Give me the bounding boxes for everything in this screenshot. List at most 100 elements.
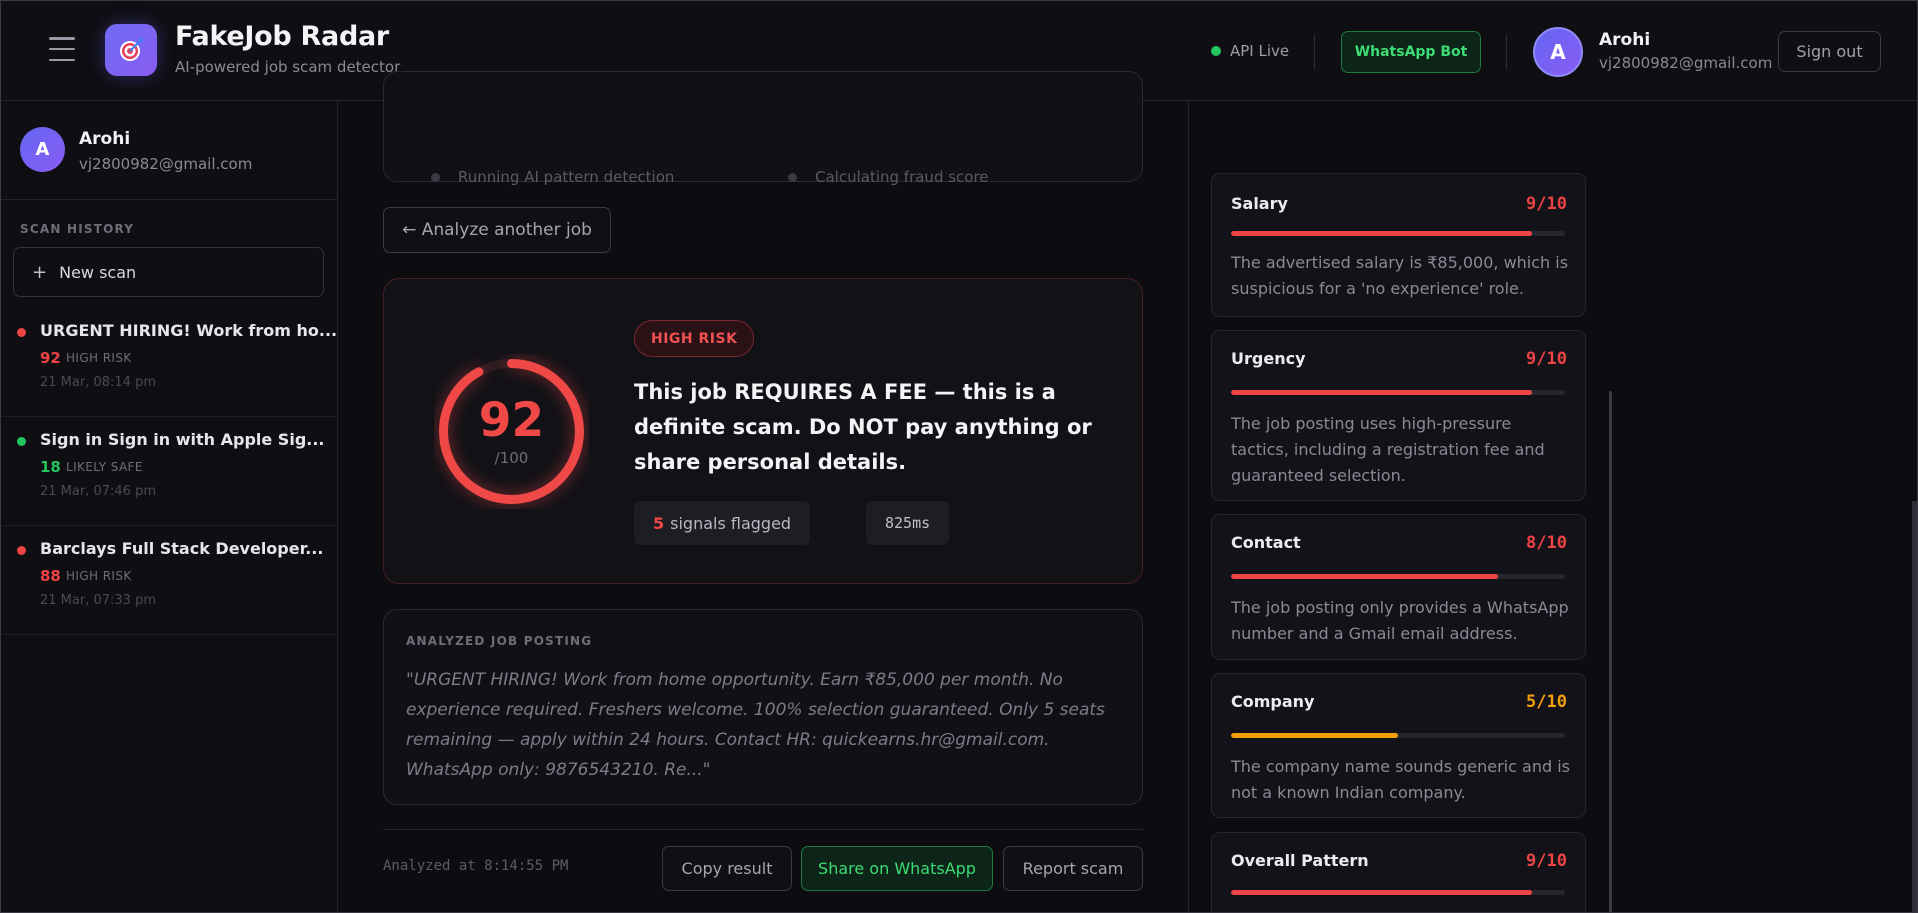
signal-bar [1231,390,1565,395]
signal-description: The job posting only provides a WhatsApp… [1231,598,1569,643]
history-item-score: 18 [40,458,61,476]
new-scan-button[interactable]: + New scan [13,247,324,297]
history-item[interactable]: Barclays Full Stack Developer... 88 HIGH… [1,526,338,635]
main-content: Running AI pattern detection Calculating… [338,71,1917,912]
history-item-date: 21 Mar, 07:46 pm [40,484,156,499]
signal-name: Overall Pattern [1231,851,1369,870]
menu-icon[interactable] [49,37,75,61]
signal-score: 9/10 [1526,194,1567,214]
posting-heading: ANALYZED JOB POSTING [406,634,593,648]
history-item-score: 92 [40,349,61,367]
sidebar: A Arohi vj2800982@gmail.com SCAN HISTORY… [1,101,338,912]
signals-count: 5 [653,513,665,533]
fraud-score-max: /100 [494,449,529,467]
signals-flagged-pill: 5 signals flagged [634,501,811,545]
signal-card-overall-pattern: Overall Pattern 9/10 [1211,832,1586,912]
risk-dot-icon [17,328,26,337]
signal-card-salary: Salary 9/10 The advertised salary is ₹85… [1211,173,1586,317]
signal-name: Urgency [1231,349,1306,368]
history-item-title: Barclays Full Stack Developer... [40,539,324,558]
analyzed-posting-card: ANALYZED JOB POSTING "URGENT HIRING! Wor… [383,609,1143,805]
api-status: API Live [1211,42,1289,60]
signal-name: Salary [1231,194,1288,213]
progress-step: Running AI pattern detection [431,168,674,186]
signal-bar-fill [1231,890,1532,895]
history-item[interactable]: Sign in Sign in with Apple Sig... 18 LIK… [1,417,338,526]
posting-text: "URGENT HIRING! Work from home opportuni… [406,670,1105,780]
signal-bar [1231,733,1565,738]
signal-name: Contact [1231,533,1301,552]
sign-out-button[interactable]: Sign out [1778,31,1881,72]
analyze-another-button[interactable]: ← Analyze another job [383,207,611,253]
sidebar-avatar: A [20,127,65,172]
page-scrollbar[interactable] [1912,501,1917,912]
brand-title: FakeJob Radar [175,21,389,52]
safe-dot-icon [17,437,26,446]
signal-description: The job posting uses high-pressure tacti… [1231,414,1545,485]
status-dot-icon [1211,46,1221,56]
history-item-level: HIGH RISK [66,351,132,365]
step-dot-icon [431,172,440,182]
signal-score: 9/10 [1526,851,1567,871]
sidebar-user-name: Arohi [79,129,131,149]
app-window: { "header": { "brand_title": "FakeJob Ra… [0,0,1918,913]
copy-result-button[interactable]: Copy result [662,846,792,891]
fraud-score: 92 [478,393,545,448]
progress-step-label: Running AI pattern detection [458,168,675,186]
user-email: vj2800982@gmail.com [1599,54,1773,72]
signal-score: 8/10 [1526,533,1567,553]
history-item-level: LIKELY SAFE [66,460,143,474]
signal-description: The company name sounds generic and is n… [1231,757,1570,802]
step-dot-icon [788,172,797,182]
signal-bar [1231,890,1565,895]
signal-score: 9/10 [1526,349,1567,369]
brand-subtitle: AI-powered job scam detector [175,58,401,76]
signal-card-company: Company 5/10 The company name sounds gen… [1211,673,1586,818]
divider [383,829,1143,830]
sidebar-user-email: vj2800982@gmail.com [79,155,253,173]
signals-scrollbar[interactable] [1609,391,1612,912]
signal-name: Company [1231,692,1315,711]
whatsapp-bot-button[interactable]: WhatsApp Bot [1341,31,1481,73]
history-heading: SCAN HISTORY [20,222,135,236]
signal-bar-fill [1231,231,1532,236]
history-item-score: 88 [40,567,61,585]
analyzed-timestamp: Analyzed at 8:14:55 PM [383,858,569,874]
signals-label: signals flagged [670,513,792,533]
signal-bar [1231,574,1565,579]
plus-icon: + [32,261,48,283]
result-card: 92 /100 HIGH RISK This job REQUIRES A FE… [383,278,1143,584]
history-item-title: URGENT HIRING! Work from ho... [40,321,338,340]
verdict-text: This job REQUIRES A FEE — this is a defi… [634,380,1092,474]
history-item[interactable]: URGENT HIRING! Work from ho... 92 HIGH R… [1,308,338,417]
radar-logo-icon [105,24,157,76]
history-item-date: 21 Mar, 08:14 pm [40,375,156,390]
signal-bar-fill [1231,390,1532,395]
api-status-label: API Live [1230,42,1290,60]
new-scan-label: New scan [59,262,137,282]
latency-pill: 825ms [866,501,950,545]
progress-step: Calculating fraud score [788,168,989,186]
signal-card-urgency: Urgency 9/10 The job posting uses high-p… [1211,330,1586,501]
user-name: Arohi [1599,30,1651,50]
risk-dot-icon [17,546,26,555]
signal-score: 5/10 [1526,692,1567,712]
divider [1314,34,1315,70]
panel-divider [1188,101,1189,912]
history-item-level: HIGH RISK [66,569,132,583]
divider [1,199,338,200]
history-item-date: 21 Mar, 07:33 pm [40,593,156,608]
report-scam-button[interactable]: Report scam [1003,846,1143,891]
signal-bar [1231,231,1565,236]
signal-card-contact: Contact 8/10 The job posting only provid… [1211,514,1586,660]
signal-bar-fill [1231,733,1398,738]
risk-badge: HIGH RISK [634,320,755,357]
signal-description: The advertised salary is ₹85,000, which … [1231,253,1569,298]
divider [1506,34,1507,70]
signal-bar-fill [1231,574,1499,579]
avatar[interactable]: A [1533,27,1583,77]
progress-step-label: Calculating fraud score [815,168,989,186]
analysis-progress-card: Running AI pattern detection Calculating… [383,71,1143,186]
share-whatsapp-button[interactable]: Share on WhatsApp [801,846,993,891]
history-item-title: Sign in Sign in with Apple Sig... [40,430,325,449]
